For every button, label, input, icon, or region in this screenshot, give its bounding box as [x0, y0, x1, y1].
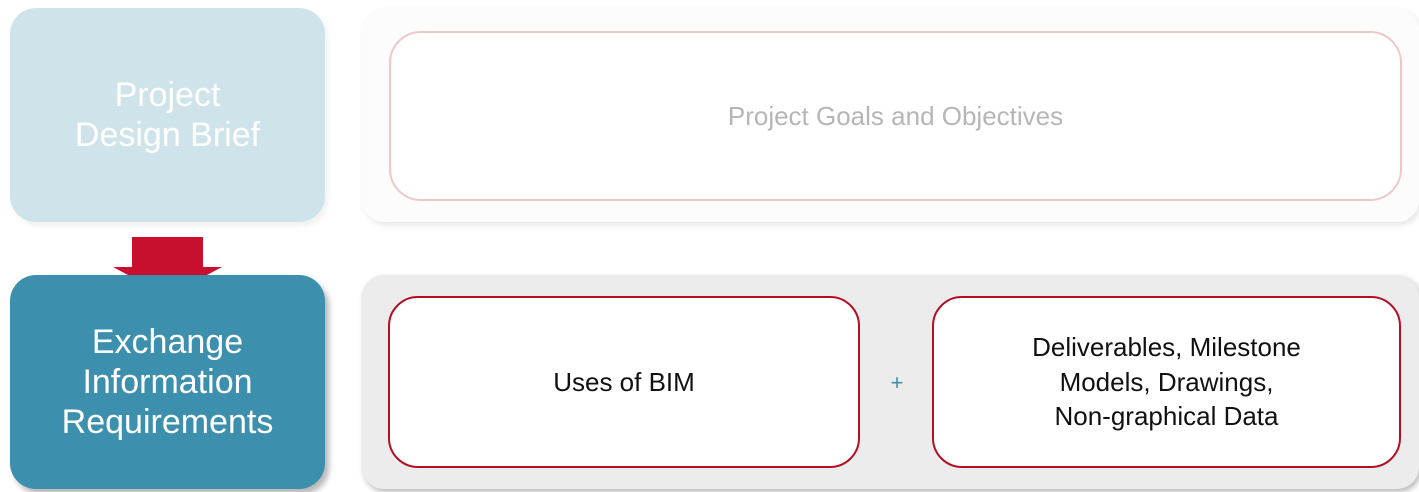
plus-icon: +: [890, 370, 904, 395]
eir-line: Exchange: [91, 322, 244, 361]
design-brief-line: Design Brief: [74, 116, 261, 154]
deliverables-card: Deliverables, Milestone Models, Drawings…: [932, 296, 1401, 468]
eir-line: Requirements: [61, 403, 274, 442]
design-brief-line: Project: [114, 75, 221, 114]
deliverables-label: Deliverables, Milestone Models, Drawings…: [1032, 330, 1301, 434]
uses-of-bim-label: Uses of BIM: [553, 366, 695, 397]
deliverables-line: Non-graphical Data: [1054, 401, 1279, 432]
project-goals-label: Project Goals and Objectives: [727, 100, 1064, 131]
deliverables-line: Deliverables, Milestone: [1032, 331, 1301, 362]
project-design-brief-box: Project Design Brief: [10, 8, 325, 222]
deliverables-line: Models, Drawings,: [1059, 366, 1274, 397]
uses-of-bim-card: Uses of BIM: [388, 296, 860, 468]
project-goals-card: Project Goals and Objectives: [389, 31, 1402, 201]
eir-line: Information: [82, 362, 253, 401]
exchange-information-requirements-label: Exchange Information Requirements: [62, 322, 274, 442]
project-design-brief-label: Project Design Brief: [75, 75, 260, 155]
exchange-information-requirements-box: Exchange Information Requirements: [10, 275, 325, 489]
